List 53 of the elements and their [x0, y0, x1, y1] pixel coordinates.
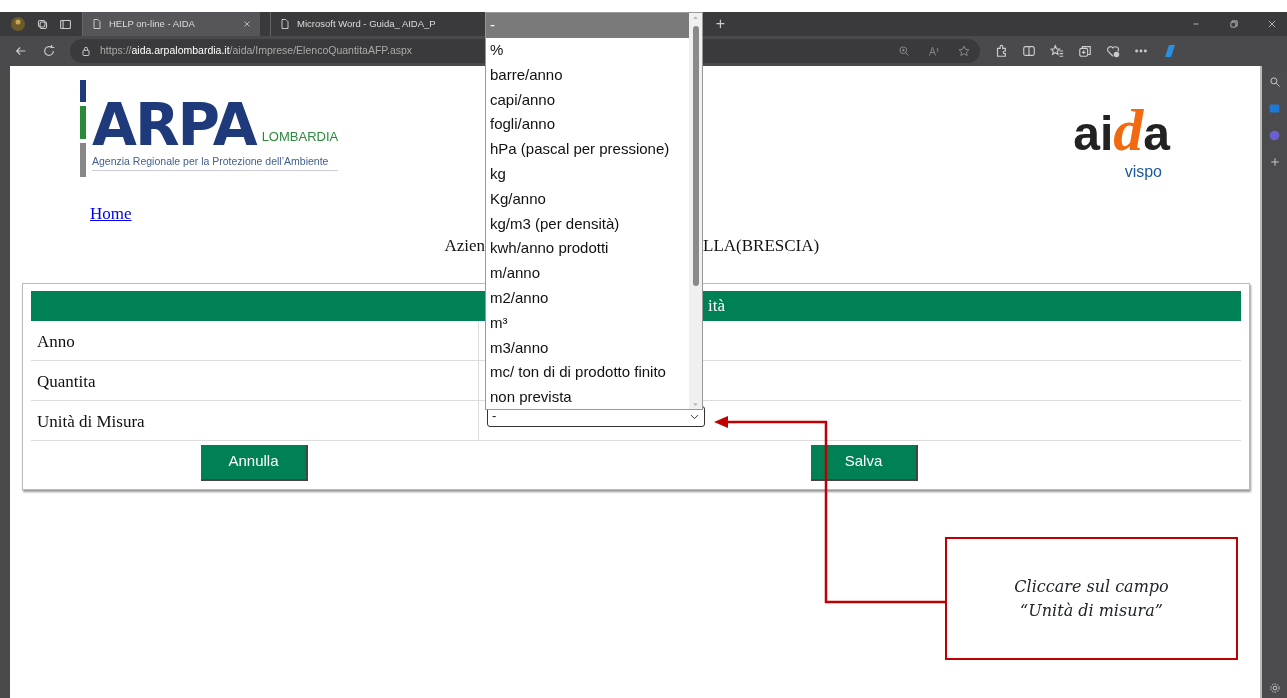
health-icon[interactable]	[1106, 44, 1120, 58]
close-icon[interactable]	[242, 19, 252, 29]
star-icon[interactable]	[958, 45, 970, 57]
callout-text: Cliccare sul campo “Unità di misura”	[1014, 575, 1169, 622]
read-aloud-icon[interactable]	[928, 45, 940, 57]
page-icon	[91, 18, 103, 30]
lock-icon	[80, 45, 92, 57]
aida-logo-subtitle: vispo	[1123, 162, 1163, 182]
company-title: Azien	[443, 234, 485, 257]
zoom-in-icon[interactable]	[898, 45, 910, 57]
tab-actions-icon[interactable]	[59, 17, 72, 31]
logo-wordmark: ARPA	[92, 96, 256, 154]
dropdown-option[interactable]: kg	[486, 161, 689, 187]
form-button[interactable]: Annulla	[201, 444, 308, 481]
close-icon[interactable]	[1267, 19, 1277, 29]
dropdown-option[interactable]: kwh/anno prodotti	[486, 236, 689, 261]
profile-avatar-icon[interactable]	[10, 16, 26, 32]
dropdown-option[interactable]: %	[486, 37, 689, 63]
collections-icon[interactable]	[1078, 44, 1092, 58]
logo-tagline: Agenzia Regionale per la Protezione dell’Ambiente	[92, 154, 339, 171]
field-label: Anno	[31, 320, 479, 360]
dropdown-option[interactable]: Kg/anno	[486, 186, 689, 212]
field-label: Quantita	[31, 360, 479, 400]
browser-tab[interactable]: HELP on-line - AIDA	[82, 12, 260, 36]
dropdown-option[interactable]: barre/anno	[486, 62, 689, 88]
dropdown-option[interactable]: mc/ ton di di prodotto finito	[486, 360, 689, 385]
split-screen-icon[interactable]	[1022, 44, 1036, 58]
refresh-icon[interactable]	[42, 44, 56, 58]
restore-icon[interactable]	[1229, 19, 1239, 29]
url-text: https://aida.arpalombardia.it/aida/Imprese/ElencoQuantitaAFP.aspx	[100, 43, 413, 59]
dropdown-option[interactable]: m/anno	[486, 260, 689, 286]
settings-icon[interactable]	[1268, 682, 1281, 694]
search-icon[interactable]	[1268, 76, 1281, 88]
new-tab-button[interactable]: +	[715, 12, 726, 36]
scrollbar-thumb[interactable]	[692, 26, 699, 286]
dropdown-option[interactable]: -	[486, 13, 689, 38]
extensions-icon[interactable]	[994, 44, 1008, 58]
add-icon[interactable]	[1268, 156, 1281, 168]
dropdown-option[interactable]: m3/anno	[486, 335, 689, 361]
dropdown-option[interactable]: capi/anno	[486, 87, 689, 113]
dropdown-option[interactable]: hPa (pascal per pressione)	[486, 137, 689, 162]
workspaces-icon[interactable]	[36, 17, 49, 31]
favorites-icon[interactable]	[1050, 44, 1064, 58]
field-label: Unità di Misura	[31, 400, 479, 440]
home-link[interactable]: Home	[10, 204, 132, 223]
dropdown-option[interactable]: fogli/anno	[486, 112, 689, 137]
page-icon	[279, 18, 291, 30]
company-title: LLA(BRESCIA)	[703, 234, 820, 257]
form-button[interactable]: Salva	[811, 444, 918, 481]
dropdown-option[interactable]: kg/m3 (per densità)	[486, 211, 689, 237]
back-icon[interactable]	[14, 44, 28, 58]
logo-region: LOMBARDIA	[261, 127, 339, 146]
aida-logo: aida	[1073, 96, 1170, 160]
